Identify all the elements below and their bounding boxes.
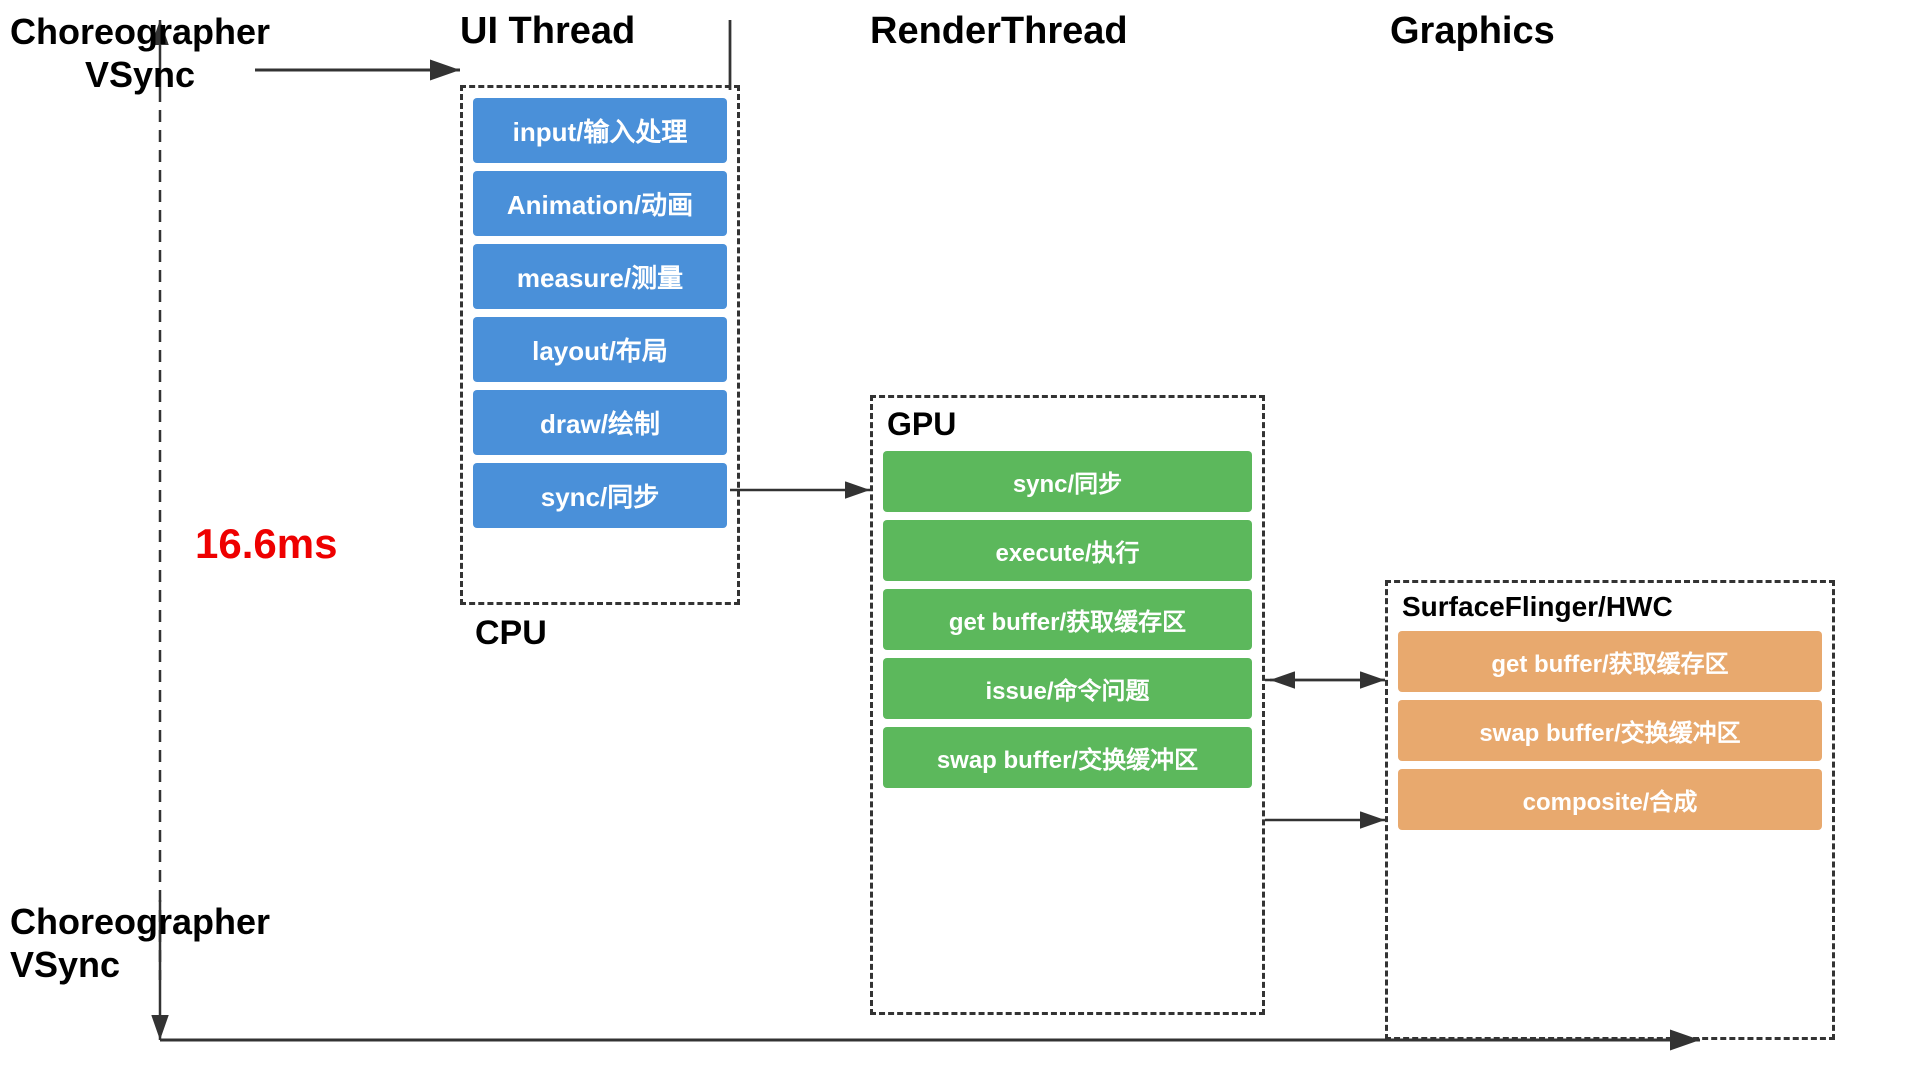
- ui-block-layout: layout/布局: [473, 317, 727, 382]
- cpu-label: CPU: [475, 614, 547, 653]
- ui-block-animation: Animation/动画: [473, 171, 727, 236]
- surfaceflinger-dashed-box: SurfaceFlinger/HWC get buffer/获取缓存区 swap…: [1385, 580, 1835, 1040]
- gpu-block-swapbuffer: swap buffer/交换缓冲区: [883, 727, 1252, 788]
- surfaceflinger-label: SurfaceFlinger/HWC: [1388, 583, 1832, 631]
- choreographer-vsync-bottom-label: ChoreographerVSync: [10, 900, 270, 986]
- graphics-header: Graphics: [1390, 10, 1555, 53]
- sf-block-swapbuffer: swap buffer/交换缓冲区: [1398, 700, 1822, 761]
- render-thread-header: RenderThread: [870, 10, 1128, 53]
- timing-label: 16.6ms: [195, 520, 337, 568]
- ui-block-draw: draw/绘制: [473, 390, 727, 455]
- diagram-container: ChoreographerVSync UI Thread RenderThrea…: [0, 0, 1920, 1076]
- sf-block-composite: composite/合成: [1398, 769, 1822, 830]
- ui-block-measure: measure/测量: [473, 244, 727, 309]
- ui-block-input: input/输入处理: [473, 98, 727, 163]
- ui-block-sync: sync/同步: [473, 463, 727, 528]
- gpu-block-sync: sync/同步: [883, 451, 1252, 512]
- choreographer-vsync-top-label: ChoreographerVSync: [10, 10, 270, 96]
- cpu-dashed-box: input/输入处理 Animation/动画 measure/测量 layou…: [460, 85, 740, 605]
- gpu-label: GPU: [873, 398, 1262, 451]
- gpu-block-getbuffer: get buffer/获取缓存区: [883, 589, 1252, 650]
- gpu-dashed-box: GPU sync/同步 execute/执行 get buffer/获取缓存区 …: [870, 395, 1265, 1015]
- gpu-block-issue: issue/命令问题: [883, 658, 1252, 719]
- sf-block-getbuffer: get buffer/获取缓存区: [1398, 631, 1822, 692]
- ui-thread-header: UI Thread: [460, 10, 635, 53]
- gpu-block-execute: execute/执行: [883, 520, 1252, 581]
